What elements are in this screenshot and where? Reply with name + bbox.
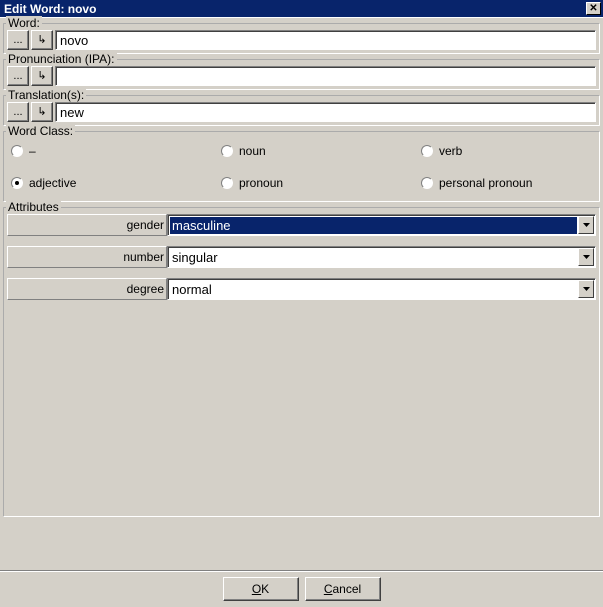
chevron-down-icon[interactable] (578, 248, 594, 266)
attribute-select[interactable]: normal (167, 278, 596, 300)
attribute-row: degreenormal (7, 278, 596, 300)
attributes-label: Attributes (6, 200, 61, 214)
translations-ellipsis-button[interactable]: ... (7, 102, 29, 122)
attribute-row: numbersingular (7, 246, 596, 268)
title-bar: Edit Word: novo ✕ (0, 0, 603, 18)
close-button[interactable]: ✕ (586, 2, 601, 15)
word-class-option[interactable]: personal pronoun (421, 176, 592, 190)
pronunciation-ellipsis-button[interactable]: ... (7, 66, 29, 86)
word-class-option[interactable]: noun (221, 144, 421, 158)
radio-label: – (29, 144, 36, 158)
attribute-select[interactable]: singular (167, 246, 596, 268)
pronunciation-input[interactable] (55, 66, 596, 86)
attribute-label: gender (7, 214, 167, 236)
attribute-select[interactable]: masculine (167, 214, 596, 236)
attribute-label: number (7, 246, 167, 268)
cancel-button[interactable]: Cancel (305, 577, 381, 601)
translations-insert-button[interactable]: ↳ (31, 102, 53, 122)
word-input[interactable] (55, 30, 596, 50)
select-value: singular (170, 249, 577, 266)
word-class-option[interactable]: adjective (11, 176, 221, 190)
select-value: normal (170, 281, 577, 298)
radio-label: personal pronoun (439, 176, 532, 190)
word-class-option[interactable]: verb (421, 144, 592, 158)
translations-input[interactable] (55, 102, 596, 122)
word-group: Word: ... ↳ (3, 23, 600, 54)
select-value: masculine (170, 217, 577, 234)
radio-label: pronoun (239, 176, 283, 190)
button-bar: OK Cancel (0, 570, 603, 601)
radio-icon[interactable] (421, 177, 433, 189)
radio-icon[interactable] (421, 145, 433, 157)
translations-label: Translation(s): (6, 88, 86, 102)
attribute-row: gendermasculine (7, 214, 596, 236)
pronunciation-insert-button[interactable]: ↳ (31, 66, 53, 86)
word-class-option[interactable]: – (11, 144, 221, 158)
attribute-label: degree (7, 278, 167, 300)
pronunciation-label: Pronunciation (IPA): (6, 52, 117, 66)
translations-group: Translation(s): ... ↳ (3, 95, 600, 126)
radio-icon[interactable] (221, 177, 233, 189)
attributes-group: Attributes gendermasculinenumbersingular… (3, 207, 600, 517)
radio-icon[interactable] (11, 145, 23, 157)
word-class-option[interactable]: pronoun (221, 176, 421, 190)
word-class-group: Word Class: –nounverbadjectivepronounper… (3, 131, 600, 202)
window-title: Edit Word: novo (4, 2, 96, 16)
radio-label: verb (439, 144, 462, 158)
radio-label: noun (239, 144, 266, 158)
chevron-down-icon[interactable] (578, 216, 594, 234)
word-ellipsis-button[interactable]: ... (7, 30, 29, 50)
radio-icon[interactable] (11, 177, 23, 189)
radio-label: adjective (29, 176, 76, 190)
word-insert-button[interactable]: ↳ (31, 30, 53, 50)
word-class-label: Word Class: (6, 124, 75, 138)
chevron-down-icon[interactable] (578, 280, 594, 298)
radio-icon[interactable] (221, 145, 233, 157)
pronunciation-group: Pronunciation (IPA): ... ↳ (3, 59, 600, 90)
word-label: Word: (6, 16, 42, 30)
ok-button[interactable]: OK (223, 577, 299, 601)
